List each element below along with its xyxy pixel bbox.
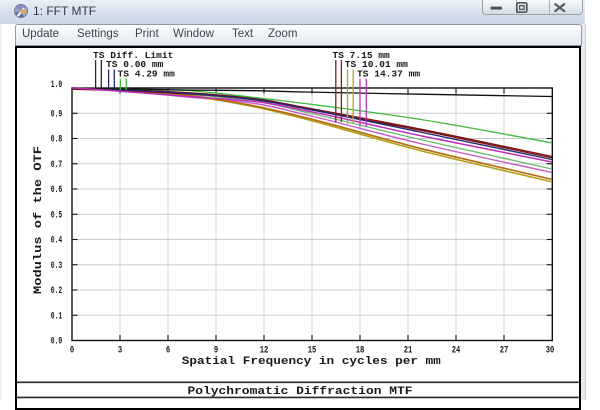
svg-text:27: 27 xyxy=(500,346,509,357)
svg-text:0.7: 0.7 xyxy=(51,160,63,171)
svg-text:0.3: 0.3 xyxy=(51,261,63,272)
svg-text:0.8: 0.8 xyxy=(51,135,63,146)
svg-text:TS 14.37 mm: TS 14.37 mm xyxy=(357,68,420,79)
svg-text:0.6: 0.6 xyxy=(51,185,63,196)
svg-text:0.9: 0.9 xyxy=(51,109,63,120)
svg-text:3: 3 xyxy=(118,346,122,357)
svg-text:0.2: 0.2 xyxy=(51,286,63,297)
svg-text:21: 21 xyxy=(404,346,413,357)
svg-text:Spatial Frequency in cycles pe: Spatial Frequency in cycles per mm xyxy=(182,356,441,368)
svg-text:0.5: 0.5 xyxy=(51,210,63,221)
svg-text:Modulus of the OTF: Modulus of the OTF xyxy=(33,146,45,294)
svg-text:0.0: 0.0 xyxy=(51,337,63,348)
svg-text:12: 12 xyxy=(260,346,269,357)
svg-text:TS 4.29 mm: TS 4.29 mm xyxy=(118,68,176,79)
svg-text:9: 9 xyxy=(214,346,218,357)
svg-text:18: 18 xyxy=(356,346,365,357)
svg-text:0.1: 0.1 xyxy=(51,311,63,322)
svg-text:Polychromatic Diffraction MTF: Polychromatic Diffraction MTF xyxy=(188,386,413,398)
svg-text:24: 24 xyxy=(452,346,461,357)
svg-text:15: 15 xyxy=(308,346,317,357)
svg-text:30: 30 xyxy=(546,346,555,357)
svg-text:0.4: 0.4 xyxy=(51,236,63,247)
svg-text:1.0: 1.0 xyxy=(51,80,63,91)
svg-text:0: 0 xyxy=(70,346,74,357)
svg-text:6: 6 xyxy=(166,346,170,357)
